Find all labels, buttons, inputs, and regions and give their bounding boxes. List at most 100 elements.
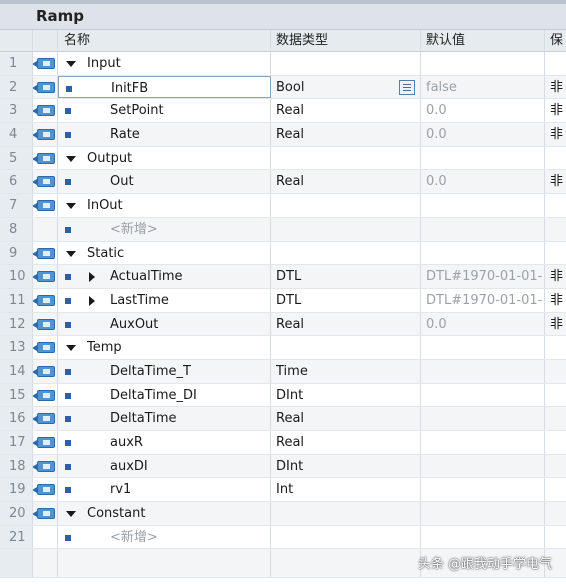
table-row[interactable]: 10 ActualTime DTL DTL#1970-01-01- 非 (0, 265, 566, 289)
default-value-cell[interactable] (421, 525, 545, 549)
row-number[interactable]: 18 (0, 454, 33, 478)
default-value-cell[interactable]: 0.0 (421, 123, 545, 146)
table-row[interactable]: 13 Temp (0, 336, 566, 360)
datatype-cell[interactable]: Real (271, 312, 421, 336)
name-cell[interactable]: Output (58, 146, 271, 170)
retain-cell[interactable] (545, 407, 566, 430)
table-row[interactable]: 2 InitFB Bool false 非 (0, 75, 566, 100)
datatype-cell[interactable]: Real (271, 123, 421, 146)
table-row[interactable]: 1 Input (0, 52, 566, 76)
retain-cell[interactable] (545, 218, 566, 241)
datatype-cell[interactable]: DInt (271, 454, 421, 478)
retain-cell[interactable] (545, 526, 566, 549)
add-new-placeholder[interactable]: <新增> (110, 526, 158, 549)
collapse-triangle-icon[interactable] (66, 203, 76, 210)
row-number[interactable]: 17 (0, 431, 33, 454)
row-number[interactable]: 20 (0, 502, 33, 525)
name-cell[interactable]: auxDI (58, 454, 271, 478)
default-value-cell[interactable] (421, 502, 545, 525)
name-cell[interactable]: Input (58, 52, 271, 75)
datatype-cell[interactable] (271, 336, 421, 359)
table-row[interactable]: 11 LastTime DTL DTL#1970-01-01- 非 (0, 288, 566, 313)
row-number[interactable]: 9 (0, 241, 33, 265)
row-number[interactable]: 12 (0, 312, 33, 336)
default-value-cell[interactable] (421, 146, 545, 170)
name-cell[interactable]: AuxOut (58, 312, 271, 336)
name-cell[interactable]: DeltaTime_DI (58, 383, 271, 407)
row-number[interactable]: 4 (0, 123, 33, 146)
name-cell[interactable]: Static (58, 241, 271, 265)
default-value-cell[interactable] (421, 383, 545, 407)
name-cell[interactable]: ActualTime (58, 265, 271, 288)
datatype-cell[interactable]: Time (271, 359, 421, 383)
datatype-cell[interactable]: Real (271, 99, 421, 123)
default-value-cell[interactable]: 0.0 (421, 99, 545, 123)
retain-cell[interactable] (545, 194, 566, 217)
name-cell[interactable]: Constant (58, 502, 271, 525)
table-row[interactable]: 19 rv1 Int (0, 478, 566, 503)
default-value-cell[interactable]: 0.0 (421, 170, 545, 194)
collapse-triangle-icon[interactable] (66, 61, 76, 67)
default-value-cell[interactable] (421, 478, 545, 502)
name-cell[interactable]: DeltaTime_T (58, 359, 271, 383)
retain-cell[interactable]: 非 (545, 313, 566, 336)
name-cell[interactable]: SetPoint (58, 99, 271, 123)
default-value-cell[interactable]: false (421, 75, 545, 99)
expand-triangle-icon[interactable] (89, 295, 95, 306)
row-number[interactable]: 16 (0, 407, 33, 430)
name-cell[interactable]: Rate (58, 123, 271, 146)
table-row[interactable]: 14 DeltaTime_T Time (0, 359, 566, 384)
name-cell[interactable]: auxR (58, 431, 271, 454)
name-cell[interactable]: InOut (58, 194, 271, 217)
table-row[interactable]: 3 SetPoint Real 0.0 非 (0, 99, 566, 124)
retain-cell[interactable]: 非 (545, 170, 566, 193)
table-row[interactable]: 18 auxDI DInt (0, 454, 566, 479)
default-value-cell[interactable] (421, 359, 545, 383)
row-number[interactable]: 19 (0, 478, 33, 502)
table-row[interactable]: 16 DeltaTime Real (0, 407, 566, 431)
row-number[interactable]: 11 (0, 288, 33, 312)
row-number[interactable]: 3 (0, 99, 33, 123)
header-default[interactable]: 默认值 (421, 30, 545, 51)
row-number[interactable]: 13 (0, 336, 33, 359)
default-value-cell[interactable] (421, 336, 545, 359)
collapse-triangle-icon[interactable] (66, 250, 76, 257)
datatype-cell[interactable]: DInt (271, 383, 421, 407)
default-value-cell[interactable] (421, 431, 545, 454)
retain-cell[interactable] (545, 52, 566, 75)
retain-cell[interactable]: 非 (545, 289, 566, 312)
default-value-cell[interactable] (421, 52, 545, 75)
row-number[interactable]: 14 (0, 359, 33, 383)
datatype-cell[interactable]: Int (271, 478, 421, 502)
expand-triangle-icon[interactable] (89, 272, 95, 283)
datatype-cell[interactable] (271, 52, 421, 75)
retain-cell[interactable] (545, 431, 566, 454)
datatype-cell[interactable]: DTL (271, 288, 421, 312)
default-value-cell[interactable] (421, 454, 545, 478)
retain-cell[interactable] (545, 336, 566, 359)
table-row[interactable]: 9 Static (0, 241, 566, 266)
row-number[interactable]: 6 (0, 170, 33, 194)
collapse-triangle-icon[interactable] (66, 345, 76, 352)
name-cell[interactable]: <新增> (58, 217, 271, 241)
name-cell[interactable]: Out (58, 170, 271, 194)
retain-cell[interactable] (545, 502, 566, 525)
name-cell[interactable]: LastTime (58, 288, 271, 312)
datatype-cell[interactable]: Real (271, 170, 421, 194)
table-row[interactable]: 5 Output (0, 146, 566, 171)
row-number[interactable]: 5 (0, 146, 33, 170)
datatype-cell[interactable]: Real (271, 431, 421, 454)
datatype-cell[interactable] (271, 525, 421, 549)
table-row[interactable]: 6 Out Real 0.0 非 (0, 170, 566, 195)
collapse-triangle-icon[interactable] (66, 511, 76, 518)
default-value-cell[interactable] (421, 241, 545, 265)
header-datatype[interactable]: 数据类型 (271, 30, 421, 51)
table-row[interactable]: 17 auxR Real (0, 431, 566, 455)
row-number[interactable]: 10 (0, 265, 33, 288)
retain-cell[interactable] (545, 242, 566, 265)
table-row[interactable]: 8 <新增> (0, 217, 566, 242)
retain-cell[interactable] (545, 147, 566, 170)
name-cell[interactable]: rv1 (58, 478, 271, 502)
default-value-cell[interactable] (421, 407, 545, 430)
header-retain[interactable]: 保 (545, 30, 566, 51)
